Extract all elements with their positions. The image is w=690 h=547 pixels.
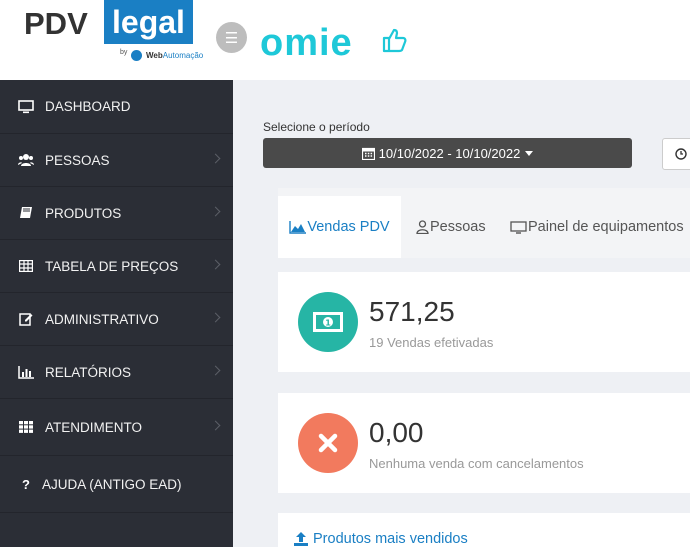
main-content: Selecione o período 10/10/2022 - 10/10/2… — [233, 80, 690, 547]
sales-total-value: 571,25 — [369, 296, 455, 327]
chevron-right-icon — [210, 312, 221, 323]
date-range-value: 10/10/2022 - 10/10/2022 — [378, 145, 521, 161]
logo-company-text: WebAutomação — [146, 51, 204, 60]
menu-toggle-button[interactable]: ☰ — [216, 22, 247, 53]
sidebar-item-label: ATENDIMENTO — [45, 419, 143, 435]
edit-icon — [18, 312, 34, 326]
sidebar-item-pessoas[interactable]: PESSOAS — [0, 134, 233, 187]
cancel-icon-circle — [298, 413, 358, 473]
money-icon: 1 — [313, 312, 343, 332]
thumbs-up-icon — [382, 28, 407, 53]
chevron-right-icon — [210, 206, 221, 217]
sidebar-item-atendimento[interactable]: ATENDIMENTO — [0, 399, 233, 456]
table-icon — [18, 259, 34, 273]
caret-down-icon — [525, 150, 534, 156]
clock-button[interactable] — [662, 138, 690, 170]
tab-label: Painel de equipamentos — [528, 219, 684, 235]
sidebar-item-relatorios[interactable]: RELATÓRIOS — [0, 346, 233, 399]
tab-label: Pessoas — [430, 219, 486, 235]
date-range-picker-button[interactable]: 10/10/2022 - 10/10/2022 — [263, 138, 632, 168]
sidebar-item-label: PRODUTOS — [45, 205, 122, 221]
clock-icon — [675, 148, 687, 160]
monitor-icon — [18, 99, 34, 114]
area-chart-icon — [289, 220, 307, 234]
question-icon: ? — [22, 476, 30, 492]
sidebar-item-dashboard[interactable]: DASHBOARD — [0, 80, 233, 134]
sidebar-item-label: TABELA DE PREÇOS — [45, 258, 179, 274]
chevron-right-icon — [210, 153, 221, 164]
chevron-right-icon — [210, 365, 221, 376]
webautomacao-logo-icon — [131, 50, 142, 61]
omie-logo: omie — [260, 22, 353, 64]
sidebar: DASHBOARD PESSOAS PRODUTOS TABELA DE PRE… — [0, 80, 233, 547]
top-products-title[interactable]: Produtos mais vendidos — [293, 531, 468, 547]
tab-pessoas[interactable]: Pessoas — [416, 196, 486, 258]
upload-icon — [294, 532, 308, 546]
users-icon — [18, 153, 34, 167]
money-icon-circle: 1 — [298, 292, 358, 352]
sidebar-item-tabela-precos[interactable]: TABELA DE PREÇOS — [0, 240, 233, 293]
sidebar-item-administrativo[interactable]: ADMINISTRATIVO — [0, 293, 233, 346]
sales-count-text: 19 Vendas efetivadas — [369, 335, 494, 350]
hamburger-icon: ☰ — [224, 29, 239, 47]
logo-legal-text: legal — [104, 0, 193, 44]
sidebar-item-label: PESSOAS — [45, 152, 110, 168]
sidebar-item-label: AJUDA (ANTIGO EAD) — [42, 476, 182, 492]
sidebar-item-label: DASHBOARD — [45, 99, 131, 114]
period-label: Selecione o período — [263, 120, 370, 134]
chevron-right-icon — [210, 259, 221, 270]
tab-label: Vendas PDV — [307, 219, 390, 235]
cancellations-text: Nenhuma venda com cancelamentos — [369, 456, 584, 471]
sidebar-item-produtos[interactable]: PRODUTOS — [0, 187, 233, 240]
book-icon — [18, 206, 34, 220]
sidebar-item-label: ADMINISTRATIVO — [45, 311, 159, 327]
chevron-right-icon — [210, 420, 221, 431]
sidebar-item-ajuda[interactable]: ? AJUDA (ANTIGO EAD) — [0, 456, 233, 513]
tab-bar: Vendas PDV Pessoas Painel de equipamento… — [278, 188, 690, 258]
top-header: PDV legal by WebAutomação ☰ omie — [0, 0, 690, 81]
close-icon — [318, 433, 338, 453]
grid-icon — [18, 420, 34, 434]
logo-pdv-text: PDV — [24, 6, 88, 41]
cancellations-summary-card: 0,00 Nenhuma venda com cancelamentos — [278, 393, 690, 493]
sales-summary-card: 1 571,25 19 Vendas efetivadas — [278, 272, 690, 372]
user-icon — [416, 220, 429, 234]
svg-text:1: 1 — [325, 319, 331, 328]
tab-painel-equipamentos[interactable]: Painel de equipamentos — [510, 196, 684, 258]
bar-chart-icon — [18, 365, 34, 379]
logo-by-text: by — [120, 49, 128, 56]
monitor-icon — [510, 220, 527, 234]
calendar-icon — [361, 147, 375, 160]
top-products-card: Produtos mais vendidos — [278, 513, 690, 547]
tab-vendas-pdv[interactable]: Vendas PDV — [278, 196, 401, 258]
sidebar-item-label: RELATÓRIOS — [45, 364, 132, 380]
cancellations-total-value: 0,00 — [369, 417, 424, 448]
